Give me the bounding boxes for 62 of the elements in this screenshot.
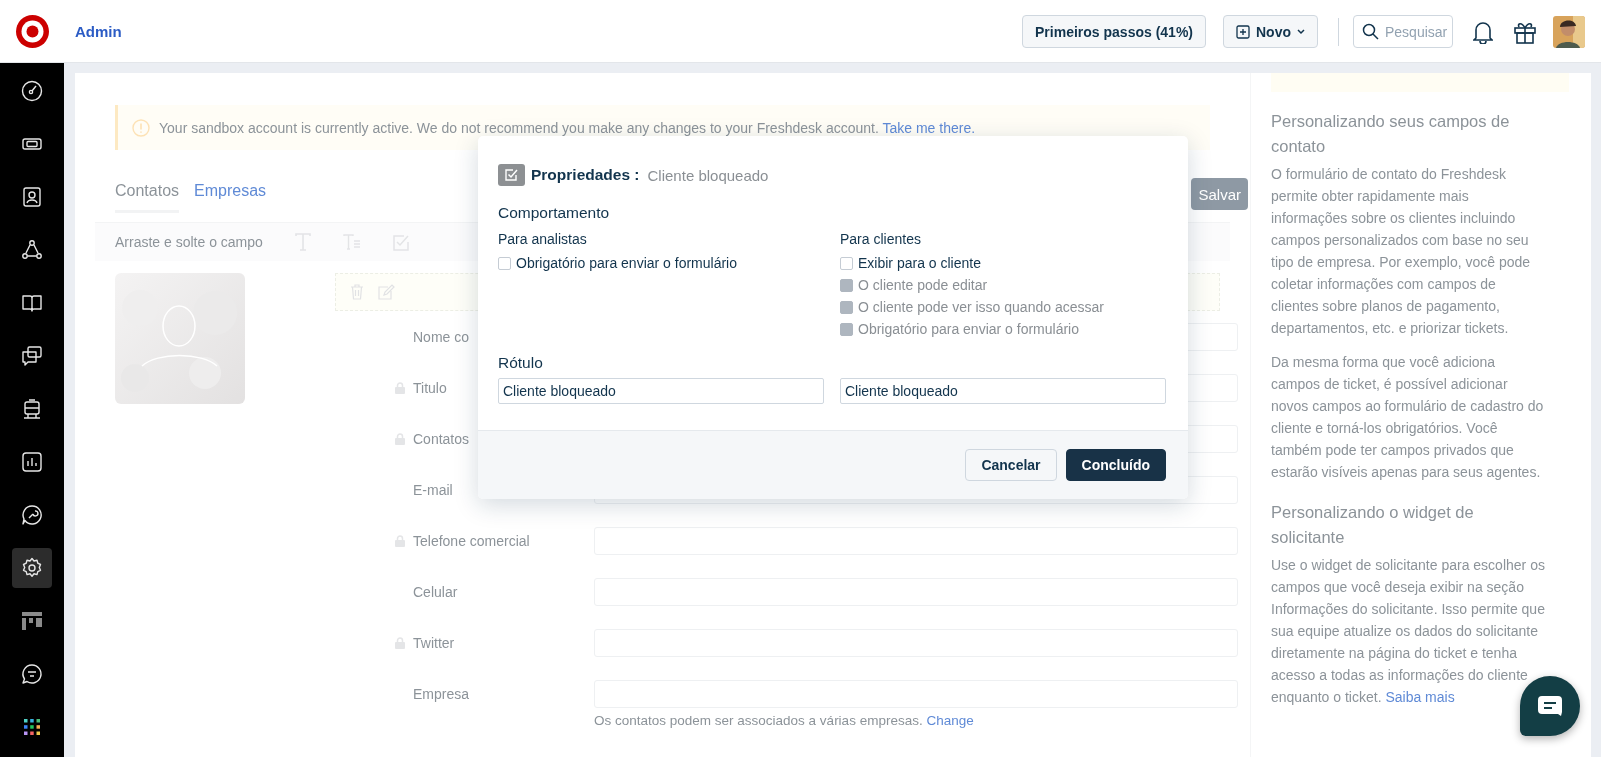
field-label: Empresa: [413, 685, 470, 702]
page-title: Admin: [75, 23, 122, 40]
bell-icon[interactable]: [1473, 19, 1493, 44]
banner-text: Your sandbox account is currently active. We do not recommend you make any changes to your Freshdesk account. Take me there.: [159, 119, 976, 136]
new-button[interactable]: Novo: [1223, 15, 1318, 48]
field-label: E-mail: [413, 481, 453, 498]
lock-icon: [395, 534, 405, 547]
help-text: Use o widget de solicitante para escolher os campos que você deseja exibir na seção Informações do solicitante. Isso permite que sua equipe atualize os dados do solicitante diretamente na página do ticket e tenha acesso a todas as informações do cliente enquanto o ticket. Saiba mais: [1271, 556, 1546, 707]
field-label: Twitter: [413, 634, 455, 651]
field-label: Celular: [413, 583, 458, 600]
option-label: O cliente pode editar: [858, 277, 988, 293]
contact-card-icon: [20, 185, 44, 209]
checkbox[interactable]: [498, 256, 511, 270]
option-label: O cliente pode ver isso quando acessar: [858, 299, 1104, 315]
message-icon: [20, 662, 44, 686]
help-text: O formulário de contato do Freshdesk permite obter rapidamente mais informações sobre os clientes incluindo campos personalizados com base no seu tipo de empresa. Por exemplo, você pode coletar informações com campos de clientes sobre planos de pagamento, departamentos, etc. e priorizar tickets.: [1271, 165, 1532, 338]
gauge-icon: [20, 79, 44, 103]
field-label: Nome co: [413, 328, 470, 345]
help-heading: Personalizando o widget de solicitante: [1271, 502, 1475, 548]
field-name: Cliente bloqueado: [647, 166, 769, 184]
section-title: Comportamento: [498, 204, 611, 222]
user-avatar[interactable]: [1553, 15, 1585, 48]
warning-icon: [132, 118, 150, 137]
checkbox-icon: [498, 164, 525, 186]
layout-icon: [20, 609, 44, 633]
option-label: Obrigatório para enviar o formulário: [516, 255, 737, 271]
field-help-text: Os contatos podem ser associados a várias empresas. Change: [594, 713, 975, 728]
toolbar-hint: Arraste e solte o campo: [115, 234, 263, 250]
section-title: Rótulo: [498, 354, 544, 372]
modal-title: Propriedades :: [531, 166, 640, 184]
lock-icon: [395, 381, 405, 394]
getting-started-button[interactable]: Primeiros passos (41%): [1022, 15, 1206, 48]
input-field[interactable]: Cliente bloqueado: [498, 378, 824, 404]
lock-icon: [395, 432, 405, 445]
nodes-icon: [20, 238, 44, 262]
change-link[interactable]: Change: [926, 713, 974, 728]
checkbox-icon[interactable]: [392, 233, 410, 251]
plus-icon: [1236, 24, 1250, 39]
field-label: Telefone comercial: [413, 532, 530, 549]
sidebar-item[interactable]: [12, 548, 52, 588]
group-title: Para clientes: [840, 231, 922, 247]
learn-more-link[interactable]: Saiba mais: [1385, 689, 1455, 705]
logo-icon[interactable]: [16, 15, 49, 48]
option-label: Obrigatório para enviar o formulário: [858, 321, 1079, 337]
help-heading: Personalizando seus campos de contato: [1271, 111, 1511, 157]
settings-icon: [20, 556, 44, 580]
field-label: Titulo: [413, 379, 447, 396]
input-field[interactable]: Cliente bloqueado: [840, 378, 1166, 404]
help-text: Da mesma forma que você adiciona campos de ticket, é possível adicionar novos campos ao formulário de cadastro do cliente e torná-los obrigatórios. Você também pode ter campos privados que estarão visíveis apenas para seus agentes.: [1271, 353, 1545, 482]
search-field[interactable]: Pesquisar: [1353, 15, 1453, 48]
field-label: Contatos: [413, 430, 470, 447]
tab[interactable]: Empresas: [194, 182, 267, 213]
chart-icon: [20, 450, 44, 474]
chat-icon: [20, 344, 44, 368]
option-label: Exibir para o cliente: [858, 255, 981, 271]
cancel-button[interactable]: Cancelar: [965, 449, 1057, 481]
chat-icon: [1538, 696, 1562, 716]
done-button[interactable]: Concluído: [1065, 449, 1166, 481]
caret-icon: [1297, 28, 1305, 35]
lock-icon: [395, 636, 405, 649]
checkbox[interactable]: [840, 256, 853, 270]
group-title: Para analistas: [498, 231, 588, 247]
